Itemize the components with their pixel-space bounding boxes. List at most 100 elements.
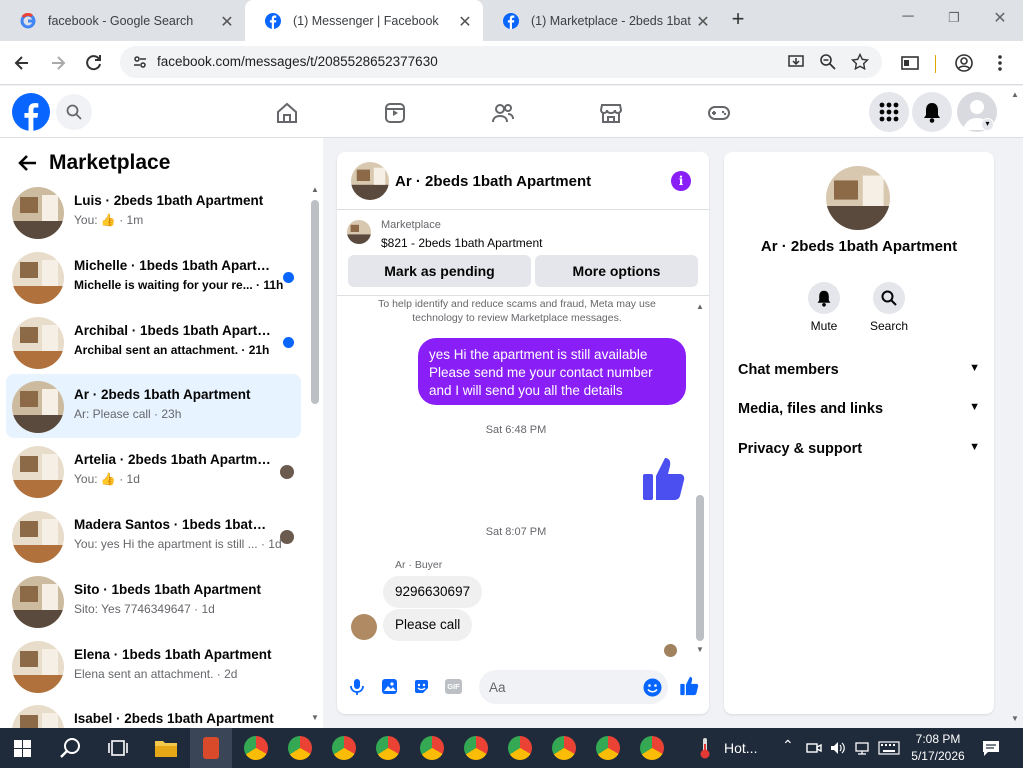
facebook-logo-icon[interactable] <box>12 93 50 131</box>
thumbs-up-icon[interactable] <box>641 456 685 502</box>
home-icon[interactable] <box>275 101 299 125</box>
close-tab-icon[interactable]: ✕ <box>695 12 711 32</box>
mute-button[interactable] <box>808 282 840 314</box>
close-window-button[interactable]: ✕ <box>990 8 1010 28</box>
chrome-icon[interactable] <box>508 736 532 760</box>
like-send-icon[interactable] <box>679 676 699 696</box>
info-icon[interactable]: i <box>671 171 691 191</box>
minimize-button[interactable]: ─ <box>898 8 918 26</box>
site-info-icon[interactable] <box>132 54 148 70</box>
notification-center-icon[interactable] <box>982 739 1000 757</box>
chat-avatar[interactable] <box>351 162 389 200</box>
chrome-icon[interactable] <box>376 736 400 760</box>
install-app-icon[interactable] <box>787 53 805 71</box>
chrome-icon[interactable] <box>464 736 488 760</box>
marketplace-icon[interactable] <box>599 101 623 125</box>
sticker-icon[interactable] <box>413 678 430 695</box>
photo-icon[interactable] <box>381 678 398 695</box>
fb-search-button[interactable] <box>56 94 92 130</box>
tab-google-search[interactable]: facebook - Google Search ✕ <box>0 0 245 41</box>
page-scroll-up-icon[interactable]: ▲ <box>1011 90 1019 99</box>
forward-arrow-icon[interactable] <box>48 53 68 73</box>
section-media-files-links[interactable]: Media, files and links ▼ <box>738 401 980 417</box>
notifications-button[interactable] <box>912 92 952 132</box>
tab-messenger[interactable]: (1) Messenger | Facebook ✕ <box>245 0 483 41</box>
keyboard-icon[interactable] <box>878 741 900 755</box>
conversation-item[interactable]: Archibal · 1beds 1bath Apartm... Archibal… <box>6 310 301 374</box>
conversation-item[interactable]: Sito · 1beds 1bath Apartment Sito: Yes 77… <box>6 569 301 633</box>
search-button[interactable] <box>873 282 905 314</box>
section-privacy-support[interactable]: Privacy & support ▼ <box>738 441 980 457</box>
more-options-button[interactable]: More options <box>535 255 698 287</box>
scroll-down-arrow-icon[interactable]: ▼ <box>696 645 704 654</box>
kebab-menu-icon[interactable] <box>990 53 1010 73</box>
chrome-icon[interactable] <box>244 736 268 760</box>
thermometer-icon[interactable] <box>699 737 711 759</box>
reload-icon[interactable] <box>84 53 104 73</box>
chrome-icon[interactable] <box>552 736 576 760</box>
bookmark-star-icon[interactable] <box>851 53 869 71</box>
windows-start-icon[interactable] <box>14 740 31 757</box>
sidebar-scrollbar[interactable] <box>311 200 319 404</box>
chrome-icon[interactable] <box>640 736 664 760</box>
back-arrow-icon[interactable] <box>12 53 32 73</box>
close-tab-icon[interactable]: ✕ <box>457 12 473 32</box>
conversation-item[interactable]: Ar · 2beds 1bath Apartment Ar: Please cal… <box>6 374 301 439</box>
outgoing-message[interactable]: yes Hi the apartment is still available … <box>418 338 686 405</box>
menu-button[interactable] <box>869 92 909 132</box>
conversation-item[interactable]: Michelle · 1beds 1bath Apartm... Michelle… <box>6 245 301 309</box>
profile-icon[interactable] <box>954 53 974 73</box>
chrome-icon[interactable] <box>596 736 620 760</box>
new-tab-button[interactable]: + <box>728 6 748 32</box>
volume-icon[interactable] <box>830 740 846 756</box>
network-icon[interactable] <box>854 740 870 756</box>
gif-icon[interactable]: GIF <box>445 679 462 694</box>
page-scroll-down-icon[interactable]: ▼ <box>1011 714 1019 723</box>
chat-scrollbar[interactable] <box>696 495 704 641</box>
scroll-up-arrow-icon[interactable]: ▲ <box>696 302 704 311</box>
tab-search-icon[interactable] <box>900 53 920 73</box>
chrome-icon[interactable] <box>420 736 444 760</box>
details-avatar[interactable] <box>826 166 890 230</box>
friends-icon[interactable] <box>491 101 515 125</box>
message-input[interactable]: Aa <box>479 670 668 704</box>
taskbar-app-active[interactable] <box>190 728 232 768</box>
mark-as-pending-button[interactable]: Mark as pending <box>348 255 531 287</box>
restore-button[interactable]: ❐ <box>944 10 964 26</box>
incoming-message[interactable]: 9296630697 <box>383 576 483 608</box>
zoom-icon[interactable] <box>819 53 837 71</box>
file-explorer-icon[interactable] <box>154 738 178 758</box>
search-icon[interactable] <box>60 737 82 759</box>
gaming-icon[interactable] <box>707 101 731 125</box>
chrome-icon[interactable] <box>332 736 356 760</box>
scroll-up-arrow-icon[interactable]: ▲ <box>311 185 319 194</box>
listing-title[interactable]: $821 - 2beds 1bath Apartment <box>381 236 542 250</box>
address-bar[interactable]: facebook.com/messages/t/2085528652377630 <box>120 46 882 78</box>
chrome-icon[interactable] <box>288 736 312 760</box>
conversation-item[interactable]: Elena · 1beds 1bath Apartment Elena sent … <box>6 634 301 698</box>
section-chat-members[interactable]: Chat members ▼ <box>738 362 980 378</box>
chevron-down-icon[interactable]: ▾ <box>981 118 994 131</box>
scroll-down-arrow-icon[interactable]: ▼ <box>311 713 319 722</box>
apartment-photo-icon <box>347 220 371 244</box>
emoji-icon[interactable] <box>643 678 662 697</box>
meet-now-icon[interactable] <box>806 740 822 756</box>
chevron-up-icon[interactable]: ⌃ <box>782 737 794 754</box>
details-title: Ar · 2beds 1bath Apartment <box>760 238 958 255</box>
close-tab-icon[interactable]: ✕ <box>219 12 235 32</box>
task-view-icon[interactable] <box>108 738 128 758</box>
back-arrow-icon[interactable] <box>16 153 38 173</box>
clock-date[interactable]: 5/17/2026 <box>906 749 970 763</box>
chat-title[interactable]: Ar · 2beds 1bath Apartment <box>395 173 591 190</box>
sender-avatar[interactable] <box>351 614 377 640</box>
listing-thumbnail[interactable] <box>347 220 371 244</box>
tab-marketplace[interactable]: (1) Marketplace - 2beds 1bath A ✕ <box>483 0 721 41</box>
weather-text[interactable]: Hot... <box>724 740 757 756</box>
conversation-item[interactable]: Artelia · 2beds 1bath Apartme... You: 👍 ·… <box>6 439 301 503</box>
clock-time[interactable]: 7:08 PM <box>906 732 970 746</box>
incoming-message[interactable]: Please call <box>383 609 473 641</box>
conversation-item[interactable]: Luis · 2beds 1bath Apartment You: 👍 · 1m <box>6 180 301 244</box>
video-icon[interactable] <box>383 101 407 125</box>
conversation-item[interactable]: Madera Santos · 1beds 1bath ... You: yes … <box>6 504 301 568</box>
microphone-icon[interactable] <box>349 678 365 696</box>
